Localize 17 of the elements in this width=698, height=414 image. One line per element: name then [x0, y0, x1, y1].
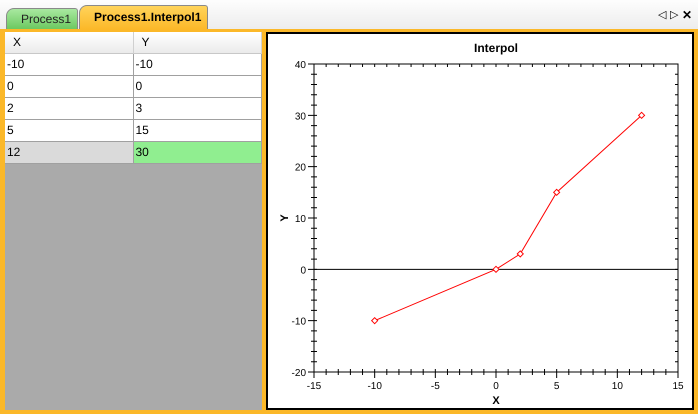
x-tick-label: 5	[554, 381, 560, 392]
y-tick-label: 40	[294, 60, 306, 71]
x-tick-label: 15	[672, 381, 684, 392]
x-tick-label: -10	[367, 381, 382, 392]
x-axis-label: X	[492, 395, 500, 407]
y-tick-label: 20	[294, 162, 306, 174]
y-tick-label: 10	[294, 214, 306, 225]
y-tick-label: -10	[292, 316, 306, 328]
y-tick-label: 0	[300, 265, 306, 276]
chart-title: Interpol	[474, 41, 518, 55]
x-tick-label: 0	[493, 381, 499, 392]
y-tick-label: -20	[292, 368, 306, 379]
x-tick-label: 10	[612, 381, 623, 392]
x-tick-label: -5	[430, 381, 440, 392]
x-tick-label: -15	[306, 381, 322, 392]
y-axis-label: Y	[279, 214, 291, 222]
y-tick-label: 30	[294, 111, 306, 122]
